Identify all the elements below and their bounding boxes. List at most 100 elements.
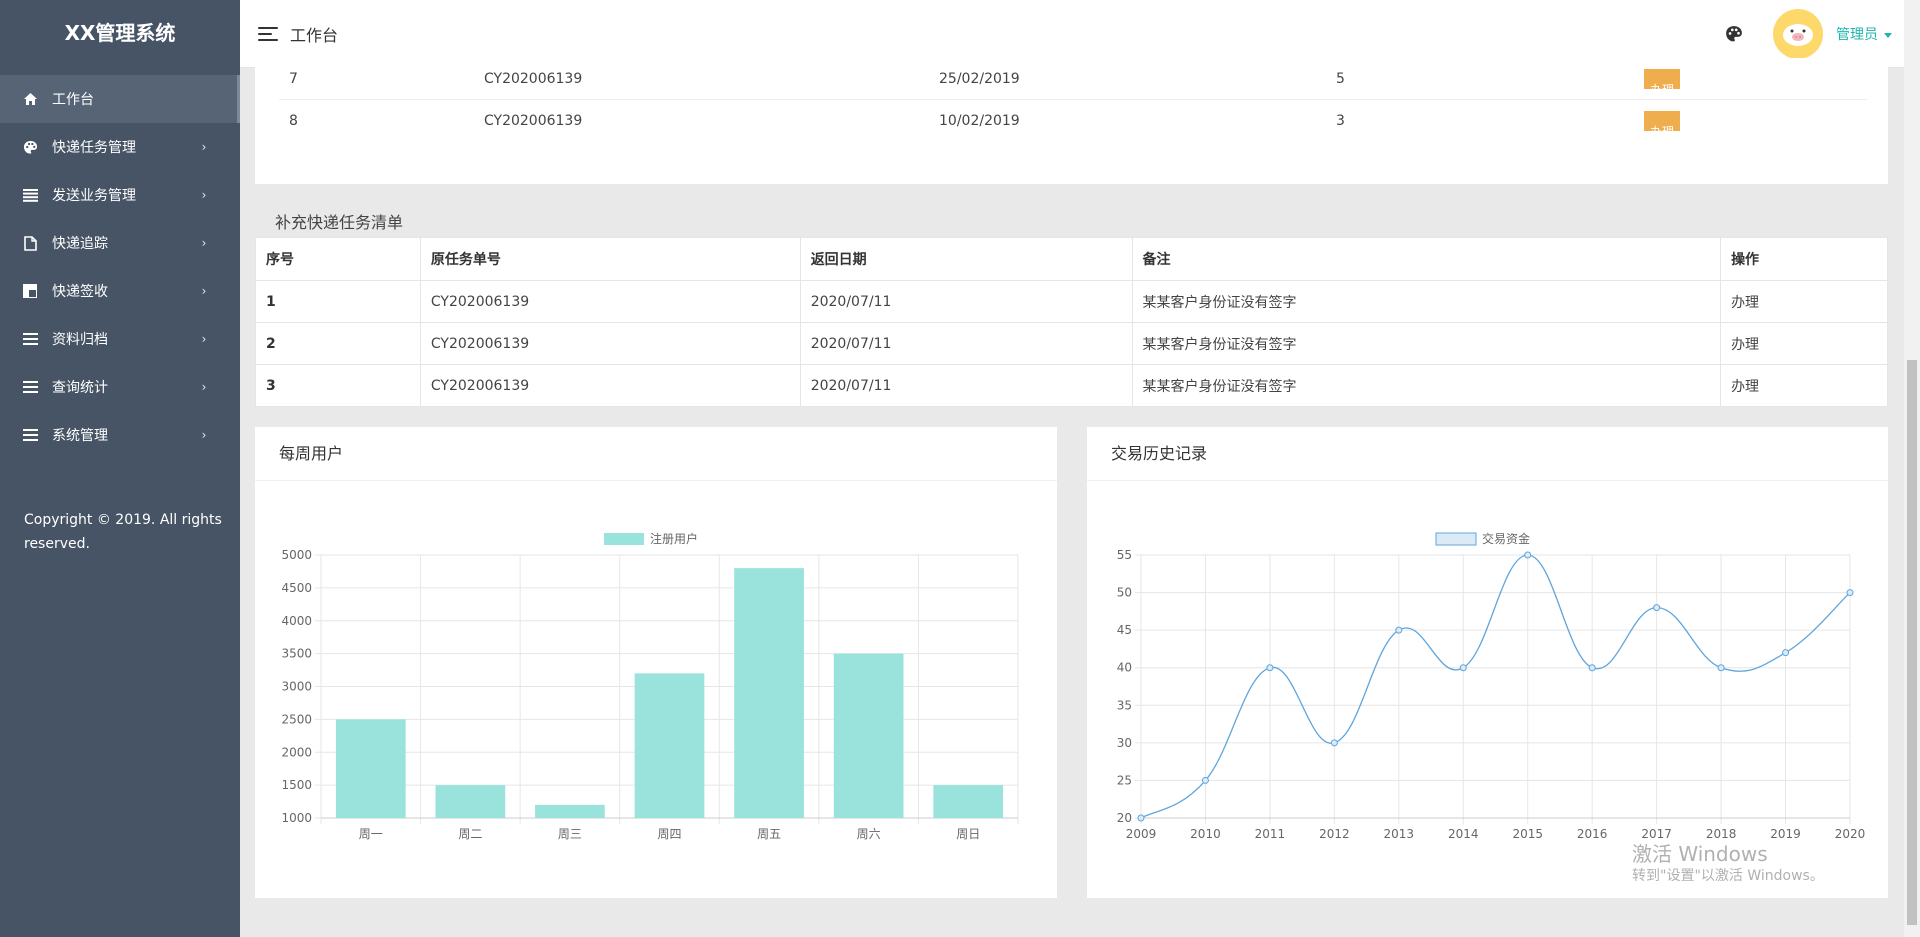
x-tick-label: 周二 (458, 827, 482, 841)
table-row: 1 CY202006139 2020/07/11 某某客户身份证没有签字 办理 (255, 280, 1888, 323)
y-tick-label: 4000 (281, 614, 312, 628)
page-title: 工作台 (290, 25, 339, 45)
x-tick-label: 2009 (1126, 827, 1157, 841)
handle-button[interactable]: 办理 (1644, 111, 1681, 139)
sidebar-item-archive[interactable]: 资料归档 › (0, 315, 240, 363)
x-tick-label: 2015 (1512, 827, 1543, 841)
x-tick-label: 2018 (1706, 827, 1737, 841)
table-row: 7 CY202006139 25/02/2019 5 办理 (279, 58, 1867, 100)
data-point (1459, 664, 1467, 672)
y-tick-label: 4500 (281, 581, 312, 595)
card-title: 每周用户 (255, 427, 1057, 481)
data-point (1653, 604, 1661, 612)
x-tick-label: 2011 (1255, 827, 1286, 841)
x-tick-label: 周五 (757, 827, 781, 841)
watermark-line: 激活 Windows (1632, 842, 1768, 866)
row-count: 5 (1336, 71, 1345, 87)
x-tick-label: 2017 (1641, 827, 1672, 841)
sidebar-item-express-task[interactable]: 快递任务管理 › (0, 123, 240, 171)
x-tick-label: 2016 (1577, 827, 1608, 841)
sidebar-item-workbench[interactable]: 工作台 (0, 75, 240, 123)
row-index: 8 (289, 113, 298, 129)
handle-link[interactable]: 办理 (1720, 322, 1888, 365)
row-date: 2020/07/11 (799, 280, 1133, 323)
scrollbar-thumb[interactable] (1907, 360, 1917, 925)
y-tick-label: 35 (1117, 698, 1132, 712)
row-date: 25/02/2019 (939, 71, 1020, 87)
data-point (1137, 814, 1145, 822)
sidebar-item-label: 发送业务管理 (52, 188, 136, 204)
menu-toggle-icon[interactable] (258, 26, 278, 41)
legend-swatch (1435, 532, 1477, 546)
row-date: 10/02/2019 (939, 113, 1020, 129)
table-row: 2 CY202006139 2020/07/11 某某客户身份证没有签字 办理 (255, 322, 1888, 365)
x-tick-label: 2010 (1190, 827, 1221, 841)
x-tick-label: 周日 (956, 827, 980, 841)
user-menu[interactable]: 管理员 (1836, 24, 1892, 44)
list-icon (22, 187, 38, 203)
sidebar-item-label: 工作台 (52, 92, 94, 108)
handle-button[interactable]: 办理 (1644, 69, 1681, 97)
x-tick-label: 2019 (1770, 827, 1801, 841)
js-icon (22, 283, 38, 299)
y-tick-label: 1000 (281, 811, 312, 825)
task-table-panel: 7 CY202006139 25/02/2019 5 办理 8 CY202006… (255, 58, 1888, 184)
row-date: 2020/07/11 (799, 322, 1133, 365)
app-title: XX管理系统 (64, 21, 176, 45)
table-header-row: 序号 原任务单号 返回日期 备注 操作 (255, 237, 1888, 281)
y-tick-label: 20 (1117, 811, 1132, 825)
data-point (1846, 589, 1854, 597)
y-tick-label: 40 (1117, 661, 1132, 675)
column-header: 备注 (1131, 237, 1722, 281)
transaction-history-card: 交易历史记录 20 25 30 35 40 45 50 55 交易资金 2009 2010 2011 2… (1087, 427, 1888, 898)
table-row: 3 CY202006139 2020/07/11 某某客户身份证没有签字 办理 (255, 364, 1888, 407)
data-point (1524, 551, 1532, 559)
bar (435, 785, 506, 818)
watermark-line: 转到"设置"以激活 Windows。 (1632, 868, 1824, 884)
chevron-right-icon: › (201, 332, 207, 346)
legend-label: 交易资金 (1482, 531, 1530, 546)
x-tick-label: 周四 (657, 827, 681, 841)
row-order-number: CY202006139 (419, 322, 801, 365)
bar (833, 653, 904, 818)
theme-palette-icon[interactable] (1725, 25, 1743, 43)
x-tick-label: 2014 (1448, 827, 1479, 841)
windows-activation-watermark: 激活 Windows 转到"设置"以激活 Windows。 (1632, 842, 1824, 886)
y-tick-label: 2000 (281, 745, 312, 759)
chevron-right-icon: › (201, 428, 207, 442)
section-title: 补充快递任务清单 (275, 213, 404, 232)
sidebar-item-system[interactable]: 系统管理 › (0, 411, 240, 459)
row-note: 某某客户身份证没有签字 (1131, 322, 1722, 365)
avatar[interactable] (1773, 9, 1823, 59)
bar (335, 719, 406, 818)
sidebar-item-statistics[interactable]: 查询统计 › (0, 363, 240, 411)
sidebar-item-tracking[interactable]: 快递追踪 › (0, 219, 240, 267)
row-index: 7 (289, 71, 298, 87)
data-point (1717, 664, 1725, 672)
handle-link[interactable]: 办理 (1720, 364, 1888, 407)
sidebar-item-label: 资料归档 (52, 332, 108, 348)
y-tick-label: 50 (1117, 586, 1132, 600)
row-order-number: CY202006139 (419, 280, 801, 323)
row-count: 3 (1336, 113, 1345, 129)
sidebar-item-send-business[interactable]: 发送业务管理 › (0, 171, 240, 219)
x-tick-label: 周三 (558, 827, 582, 841)
data-point (1266, 664, 1274, 672)
palette-icon (22, 139, 38, 155)
handle-link[interactable]: 办理 (1720, 280, 1888, 323)
bars-icon (22, 427, 38, 443)
y-tick-label: 5000 (281, 548, 312, 562)
row-order-number: CY202006139 (419, 364, 801, 407)
page-scrollbar[interactable] (1904, 0, 1920, 937)
bars-icon (22, 379, 38, 395)
row-index: 3 (255, 364, 421, 407)
sidebar: XX管理系统 工作台 快递任务管理 › 发送业务管理 › 快递追踪 › 快递签收… (0, 0, 240, 937)
column-header: 原任务单号 (419, 237, 801, 281)
row-index: 2 (255, 322, 421, 365)
x-tick-label: 2012 (1319, 827, 1350, 841)
row-note: 某某客户身份证没有签字 (1131, 280, 1722, 323)
row-order-number: CY202006139 (484, 71, 583, 87)
transaction-history-chart: 20 25 30 35 40 45 50 55 交易资金 2009 2010 2011 2012 2013… (1117, 531, 1866, 841)
row-index: 1 (255, 280, 421, 323)
sidebar-item-signing[interactable]: 快递签收 › (0, 267, 240, 315)
